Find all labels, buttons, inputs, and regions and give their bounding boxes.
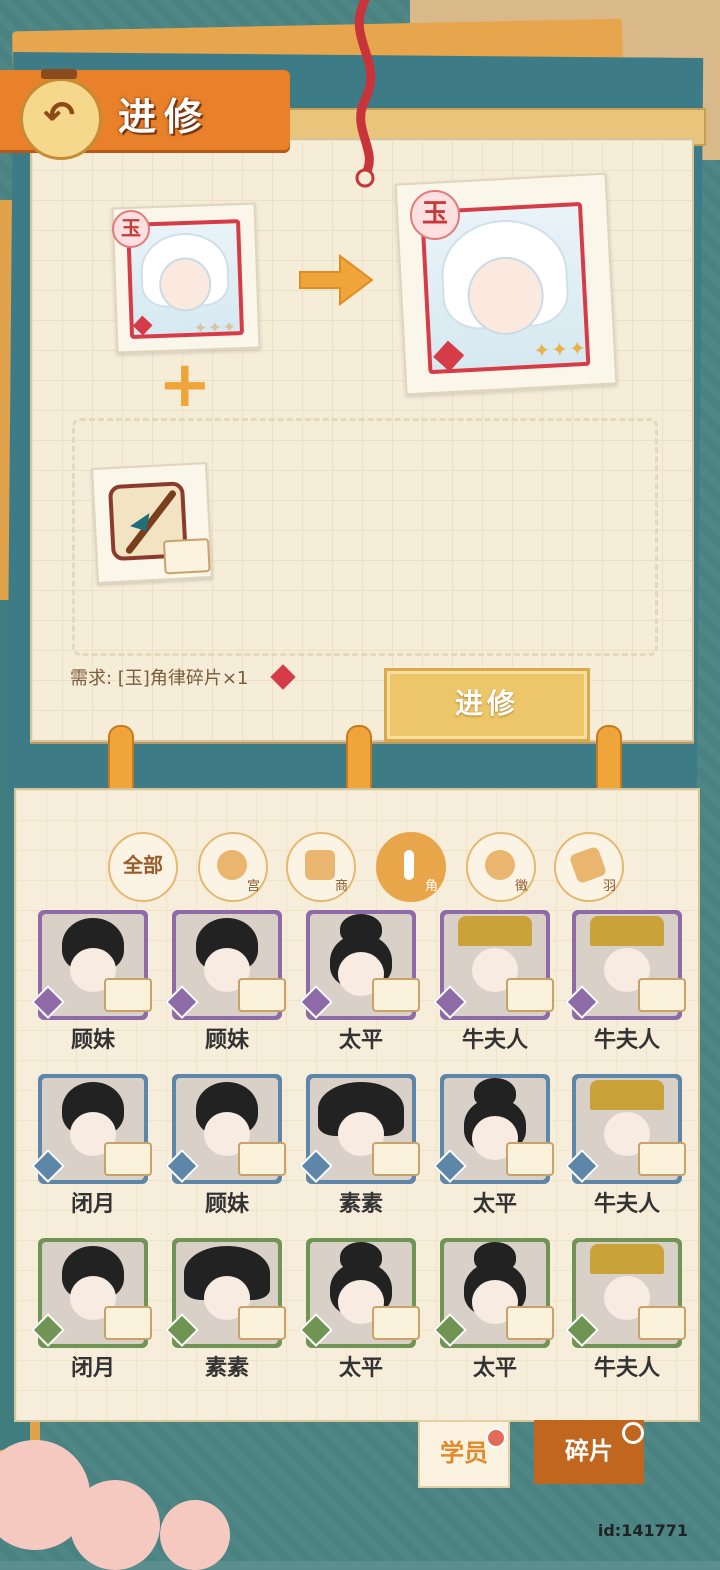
fragment-scroll-icon	[104, 1306, 152, 1340]
fragment-name: 顾妹	[70, 1028, 115, 1053]
blossom-decoration	[160, 1500, 230, 1570]
fragment-name: 闭月	[70, 1192, 115, 1217]
fragment-tile[interactable]	[165, 1238, 286, 1348]
fragment-scroll-icon	[506, 1142, 554, 1176]
pipa-icon	[485, 850, 515, 880]
filter-shang[interactable]: 商	[286, 832, 356, 902]
fragment-tile[interactable]	[165, 910, 286, 1020]
source-rank-badge: 玉	[112, 210, 150, 248]
fragment-scroll-icon	[638, 978, 686, 1012]
user-id: id:141771	[597, 1521, 688, 1540]
fragment-name: 顾妹	[204, 1028, 249, 1053]
fragment-tile[interactable]	[433, 1074, 554, 1184]
fragment-scroll-icon	[104, 1142, 152, 1176]
filter-label: 徵	[514, 879, 528, 894]
back-arrow-icon: ↶	[43, 93, 75, 137]
filter-zhi[interactable]: 徵	[466, 832, 536, 902]
filter-gong[interactable]: 宫	[198, 832, 268, 902]
fragment-tile[interactable]	[299, 910, 420, 1020]
filter-all[interactable]: 全部	[108, 832, 178, 902]
advance-button[interactable]: 进修	[384, 668, 590, 742]
fragment-name: 太平	[338, 1356, 383, 1381]
filter-label: 全部	[123, 853, 163, 877]
fragment-name: 素素	[338, 1192, 383, 1217]
fragment-tile[interactable]	[31, 910, 152, 1020]
target-rank-badge: 玉	[410, 190, 460, 240]
fragment-name: 太平	[472, 1192, 517, 1217]
plus-icon: +	[158, 348, 212, 422]
blossom-decoration	[70, 1480, 160, 1570]
notification-dot	[486, 1428, 506, 1448]
fragment-tile[interactable]	[433, 1238, 554, 1348]
fragment-scroll-icon	[238, 1142, 286, 1176]
arrow-right-icon	[299, 254, 374, 306]
star-rating: ✦✦✦	[193, 317, 238, 338]
filter-label: 宫	[246, 879, 260, 894]
fragment-name: 牛夫人	[593, 1028, 660, 1053]
fragment-tile[interactable]	[299, 1074, 420, 1184]
fragment-scroll-icon	[506, 1306, 554, 1340]
filter-yu[interactable]: 羽	[554, 832, 624, 902]
fragment-tile[interactable]	[565, 910, 686, 1020]
requirement-text: 需求: [玉]角律碎片×1	[70, 668, 249, 689]
page-title: 进修	[118, 95, 211, 139]
fragment-scroll-icon	[238, 978, 286, 1012]
crown-headdress	[590, 1244, 664, 1274]
fragment-tile[interactable]	[31, 1074, 152, 1184]
fragment-tile[interactable]	[433, 910, 554, 1020]
zither-icon	[568, 845, 608, 885]
fragment-tile[interactable]	[165, 1074, 286, 1184]
fragment-scroll-icon	[372, 978, 420, 1012]
fragment-scroll-icon	[506, 978, 554, 1012]
fragment-scroll-icon	[638, 1142, 686, 1176]
fragment-tile[interactable]	[565, 1074, 686, 1184]
fragment-name: 牛夫人	[593, 1356, 660, 1381]
fragment-tile[interactable]	[299, 1238, 420, 1348]
material-fragment-card[interactable]	[91, 462, 213, 584]
star-rating: ✦✦✦	[532, 335, 588, 363]
filter-label: 羽	[602, 879, 616, 894]
fragment-scroll-icon	[104, 978, 152, 1012]
crown-headdress	[590, 1080, 664, 1110]
red-string-decoration	[354, 0, 376, 188]
fragment-name: 闭月	[70, 1356, 115, 1381]
bell-icon	[305, 850, 335, 880]
crown-headdress	[590, 916, 664, 946]
fragment-scroll-icon	[372, 1306, 420, 1340]
drum-icon	[217, 850, 247, 880]
fragment-name: 太平	[472, 1356, 517, 1381]
fragment-tile[interactable]	[565, 1238, 686, 1348]
filter-label: 角	[424, 879, 438, 894]
filter-jiao[interactable]: 角	[376, 832, 446, 902]
crown-headdress	[458, 916, 532, 946]
fragment-scroll-icon	[162, 538, 211, 575]
notification-dot	[622, 1422, 644, 1444]
fragment-scroll-icon	[238, 1306, 286, 1340]
fragment-name: 牛夫人	[593, 1192, 660, 1217]
fragment-name: 太平	[338, 1028, 383, 1053]
fragment-scroll-icon	[638, 1306, 686, 1340]
fragment-name: 牛夫人	[461, 1028, 528, 1053]
filter-label: 商	[334, 879, 348, 894]
fragment-tile[interactable]	[31, 1238, 152, 1348]
fragment-name: 顾妹	[204, 1192, 249, 1217]
fragment-scroll-icon	[372, 1142, 420, 1176]
flute-icon	[404, 850, 414, 880]
fragment-name: 素素	[204, 1356, 249, 1381]
